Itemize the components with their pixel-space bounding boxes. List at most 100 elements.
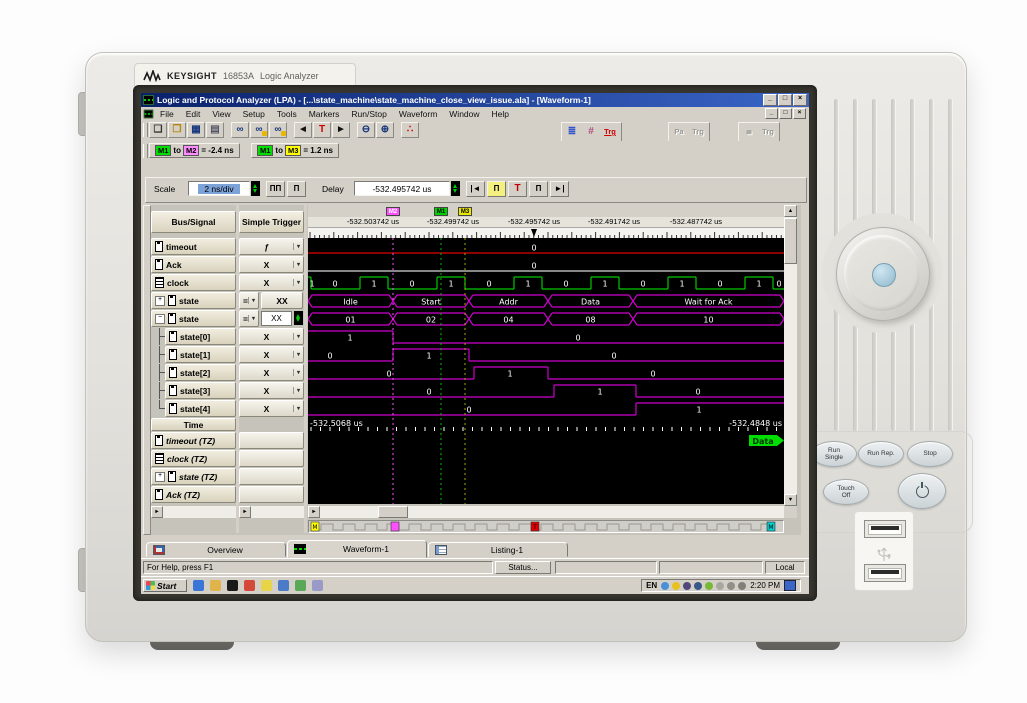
trigger-setup-icon[interactable]: Trg xyxy=(601,124,619,140)
waveform-hscrollbar[interactable]: ◄ ► xyxy=(308,506,784,518)
scale-spinner[interactable] xyxy=(251,181,260,196)
save-file-icon[interactable]: ▦ xyxy=(187,122,205,138)
tab-listing-1[interactable]: Listing-1 xyxy=(428,542,568,557)
volume-icon[interactable] xyxy=(738,582,746,590)
power-button[interactable] xyxy=(898,473,946,509)
toolbar-grip[interactable] xyxy=(143,123,148,137)
dropdown-icon[interactable]: ▾ xyxy=(293,333,303,340)
minimize-icon[interactable]: _ xyxy=(763,94,777,106)
tab-overview[interactable]: Overview xyxy=(146,542,286,557)
menu-view[interactable]: View xyxy=(206,109,236,119)
app-window-icon[interactable] xyxy=(278,580,289,591)
scale-input[interactable]: 2 ns/div xyxy=(188,181,250,196)
pattern-value-input[interactable]: XX xyxy=(261,311,292,326)
network-icon[interactable] xyxy=(661,582,669,590)
expand-icon[interactable]: + xyxy=(155,296,165,306)
listing-properties-disabled-icon[interactable]: ≣ xyxy=(740,124,758,140)
dropdown-icon[interactable]: ▾ xyxy=(293,243,303,250)
rotary-knob[interactable] xyxy=(836,227,930,321)
mdi-close-icon[interactable]: × xyxy=(793,108,806,119)
print-icon[interactable]: ▤ xyxy=(206,122,224,138)
browser-icon[interactable] xyxy=(244,580,255,591)
stop-button[interactable]: Stop xyxy=(907,441,953,467)
dropdown-icon[interactable]: ▾ xyxy=(293,369,303,376)
bus-row-timeout-tz-[interactable]: timeout (TZ) xyxy=(151,432,236,449)
simple-trigger-header[interactable]: Simple Trigger xyxy=(239,211,304,233)
go-end-button[interactable]: ►| xyxy=(550,181,569,197)
dropdown-icon[interactable]: ▾ xyxy=(248,315,258,322)
bus-signal-header[interactable]: Bus/Signal xyxy=(151,211,236,233)
help-viewer-icon[interactable] xyxy=(261,580,272,591)
zoom-out-icon[interactable]: ⊖ xyxy=(357,122,375,138)
settings-app-icon[interactable] xyxy=(312,580,323,591)
equals-operator[interactable]: =▾ xyxy=(239,310,259,327)
bus-row-state-2-[interactable]: state[2] xyxy=(165,364,236,381)
dropdown-icon[interactable]: ▾ xyxy=(293,387,303,394)
status-button[interactable]: Status... xyxy=(495,561,551,574)
bus-row-state-3-[interactable]: state[3] xyxy=(165,382,236,399)
track-markers-icon[interactable]: ∴ xyxy=(401,122,419,138)
trigger-cell-7[interactable]: X▾ xyxy=(239,364,304,381)
bus-row-clock-tz-[interactable]: clock (TZ) xyxy=(151,450,236,467)
app-agent-1-icon[interactable] xyxy=(683,582,691,590)
menu-setup[interactable]: Setup xyxy=(237,109,271,119)
waveform-vscrollbar[interactable]: ▲ ▼ xyxy=(784,205,797,506)
waveform-display[interactable]: 0010101010101010IdleStartAddrDataWait fo… xyxy=(308,238,784,504)
menu-tools[interactable]: Tools xyxy=(271,109,303,119)
marker-setup-icon[interactable]: # xyxy=(582,124,600,140)
knob-center-button[interactable] xyxy=(872,263,896,287)
trigger-cell-1[interactable]: X▾ xyxy=(239,256,304,273)
prev-edge-button[interactable]: Π xyxy=(487,181,506,197)
go-to-trigger-icon[interactable]: T xyxy=(313,122,331,138)
language-indicator[interactable]: EN xyxy=(646,581,657,590)
bus-row-state-1-[interactable]: state[1] xyxy=(165,346,236,363)
bus-row-timeout[interactable]: timeout xyxy=(151,238,236,255)
bus-row-ack[interactable]: Ack xyxy=(151,256,236,273)
pattern-value-button[interactable]: XX xyxy=(261,292,303,309)
trigger-cell-2[interactable]: X▾ xyxy=(239,274,304,291)
open-file-icon[interactable]: ❐ xyxy=(168,122,186,138)
pane-splitter-2[interactable] xyxy=(304,205,307,533)
bus-row-clock[interactable]: clock xyxy=(151,274,236,291)
dropdown-icon[interactable]: ▾ xyxy=(293,279,303,286)
show-desktop-icon[interactable] xyxy=(784,580,796,591)
internet-explorer-icon[interactable] xyxy=(193,580,204,591)
delay-input[interactable]: -532.495742 us xyxy=(354,181,450,196)
removable-device-icon[interactable] xyxy=(727,582,735,590)
dropdown-icon[interactable]: ▾ xyxy=(293,351,303,358)
run-single-button[interactable]: Run Single xyxy=(811,441,857,467)
scroll-down-icon[interactable]: ▼ xyxy=(784,494,797,506)
marker-delta-M1-M3[interactable]: M1toM3= 1.2 ns xyxy=(251,143,339,158)
language-flag-icon[interactable] xyxy=(716,582,724,590)
new-file-icon[interactable]: ❏ xyxy=(149,122,167,138)
expand-icon[interactable]: + xyxy=(155,472,165,482)
go-trigger-button[interactable]: T xyxy=(508,181,527,197)
security-shield-icon[interactable] xyxy=(672,582,680,590)
scale-pulse-button[interactable]: Π xyxy=(287,181,306,197)
marker-flag-m3[interactable]: M3 xyxy=(458,207,472,216)
find-icon[interactable]: ∞ xyxy=(231,122,249,138)
trigger-cell-9[interactable]: X▾ xyxy=(239,400,304,417)
find-next-icon[interactable]: ∞ xyxy=(250,122,268,138)
pattern-spinner[interactable] xyxy=(294,311,303,325)
menu-file[interactable]: File xyxy=(154,109,180,119)
bus-pane-hscrollbar[interactable]: ◄ ► xyxy=(151,506,236,518)
trigger-disabled-1-icon[interactable]: Trg xyxy=(689,124,707,140)
touch-off-button[interactable]: Touch Off xyxy=(823,479,869,505)
scroll-up-icon[interactable]: ▲ xyxy=(784,205,797,217)
delay-spinner[interactable] xyxy=(451,181,460,196)
dropdown-icon[interactable]: ▾ xyxy=(248,297,258,304)
media-app-icon[interactable] xyxy=(295,580,306,591)
marker-flag-m2[interactable]: M2 xyxy=(386,207,400,216)
trigger-cell-5[interactable]: X▾ xyxy=(239,328,304,345)
restore-icon[interactable]: □ xyxy=(778,94,792,106)
menu-help[interactable]: Help xyxy=(486,109,515,119)
marker-flag-m1[interactable]: M1 xyxy=(434,207,448,216)
trigger-cell-6[interactable]: X▾ xyxy=(239,346,304,363)
bus-row-state-4-[interactable]: state[4] xyxy=(165,400,236,417)
menu-runstop[interactable]: Run/Stop xyxy=(345,109,392,119)
dropdown-icon[interactable]: ▾ xyxy=(293,405,303,412)
trigger-cell-8[interactable]: X▾ xyxy=(239,382,304,399)
scroll-right-icon[interactable]: ► xyxy=(151,506,163,518)
go-to-end-icon[interactable]: ► xyxy=(332,122,350,138)
